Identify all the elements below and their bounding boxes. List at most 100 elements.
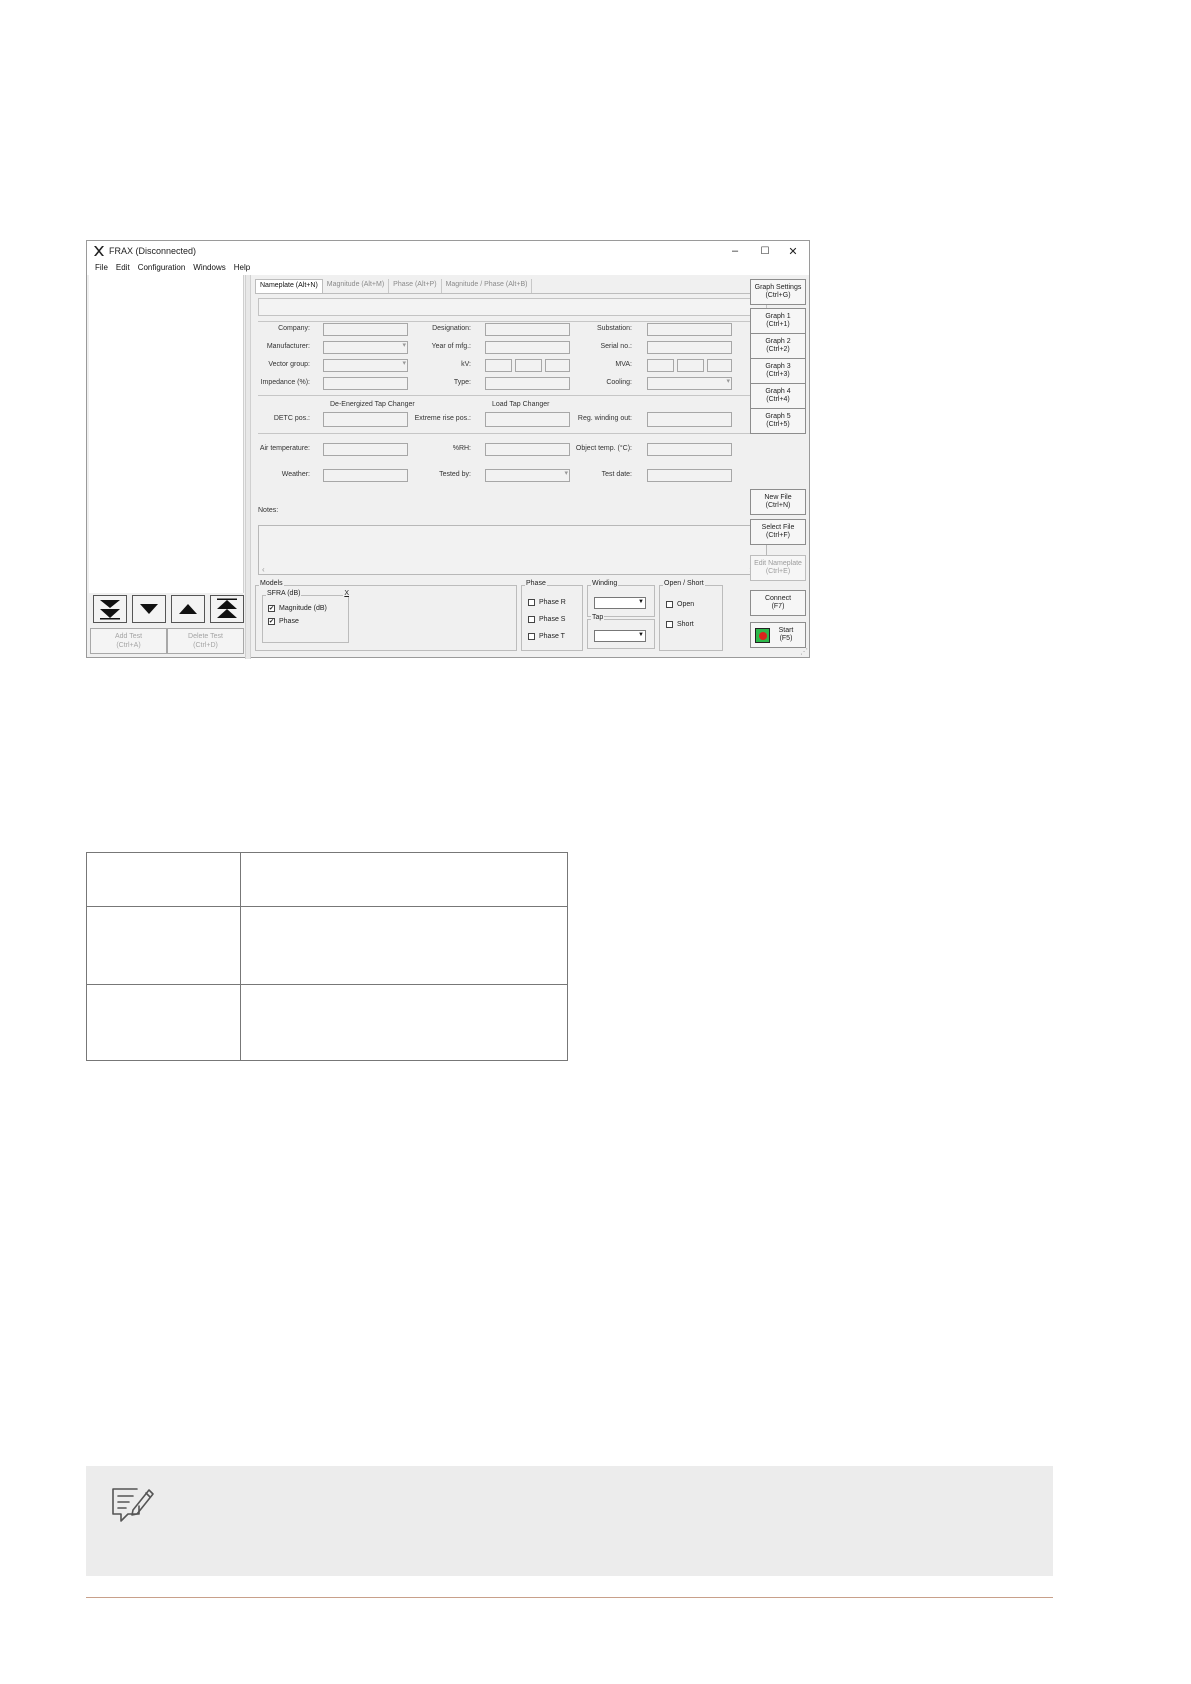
- vector-group-combo[interactable]: [323, 359, 408, 372]
- minimize-button[interactable]: –: [721, 243, 749, 259]
- cooling-combo[interactable]: [647, 377, 732, 390]
- cooling-label: Cooling:: [606, 379, 632, 386]
- mva-field-3[interactable]: [707, 359, 732, 372]
- open-row[interactable]: Open: [666, 601, 694, 608]
- new-file-button[interactable]: New File (Ctrl+N): [750, 489, 806, 515]
- manufacturer-label: Manufacturer:: [266, 343, 310, 350]
- test-list-panel[interactable]: [89, 275, 244, 593]
- tap-select[interactable]: [594, 630, 646, 642]
- mva-field-2[interactable]: [677, 359, 704, 372]
- tab-phase[interactable]: Phase (Alt+P): [389, 279, 442, 293]
- sfra-remove-button[interactable]: X: [343, 590, 350, 597]
- connect-button[interactable]: Connect (F7): [750, 590, 806, 616]
- notes-textarea[interactable]: ︿ ﹀ ‹ ›: [258, 525, 767, 575]
- open-checkbox[interactable]: [666, 601, 673, 608]
- short-row[interactable]: Short: [666, 621, 694, 628]
- models-title: Models: [259, 580, 284, 587]
- phase-r-checkbox[interactable]: [528, 599, 535, 606]
- graph-settings-button[interactable]: Graph Settings (Ctrl+G): [750, 279, 806, 305]
- move-up-button[interactable]: [171, 595, 205, 623]
- air-temperature-label: Air temperature:: [259, 445, 310, 452]
- double-chevron-up-icon: [217, 598, 237, 618]
- air-temperature-field[interactable]: [323, 443, 408, 456]
- graph-4-button[interactable]: Graph 4 (Ctrl+4): [750, 383, 806, 409]
- kv-field-1[interactable]: [485, 359, 512, 372]
- phase-t-row[interactable]: Phase T: [528, 633, 565, 640]
- phase-r-row[interactable]: Phase R: [528, 599, 566, 606]
- graph-5-button[interactable]: Graph 5 (Ctrl+5): [750, 408, 806, 434]
- mva-field-1[interactable]: [647, 359, 674, 372]
- phase-label: Phase: [279, 618, 299, 625]
- title-bar: FRAX (Disconnected) – ☐ ✕: [87, 241, 809, 261]
- test-date-field[interactable]: [647, 469, 732, 482]
- resize-grip-icon[interactable]: ⋰: [800, 647, 808, 656]
- object-temp-label: Object temp. (°C):: [575, 445, 632, 452]
- reg-winding-out-label: Reg. winding out:: [577, 415, 632, 422]
- menu-configuration[interactable]: Configuration: [134, 261, 190, 275]
- company-field[interactable]: [323, 323, 408, 336]
- menu-windows[interactable]: Windows: [189, 261, 229, 275]
- window-title: FRAX (Disconnected): [109, 246, 197, 256]
- start-button[interactable]: Start (F5): [750, 622, 806, 648]
- tab-nameplate[interactable]: Nameplate (Alt+N): [255, 279, 323, 293]
- magnitude-checkbox[interactable]: ✔: [268, 605, 275, 612]
- move-down-button[interactable]: [132, 595, 166, 623]
- tab-magnitude[interactable]: Magnitude (Alt+M): [323, 279, 390, 293]
- serial-no-field[interactable]: [647, 341, 732, 354]
- menu-edit[interactable]: Edit: [112, 261, 134, 275]
- magnitude-checkbox-row[interactable]: ✔ Magnitude (dB): [268, 605, 327, 612]
- substation-label: Substation:: [596, 325, 632, 332]
- impedance-field[interactable]: [323, 377, 408, 390]
- table-cell: [240, 906, 568, 985]
- menu-file[interactable]: File: [91, 261, 112, 275]
- table-cell: [86, 852, 241, 907]
- object-temp-field[interactable]: [647, 443, 732, 456]
- tap-group: Tap: [587, 614, 655, 649]
- detc-pos-field[interactable]: [323, 412, 408, 427]
- graph-3-button[interactable]: Graph 3 (Ctrl+3): [750, 358, 806, 384]
- manufacturer-combo[interactable]: [323, 341, 408, 354]
- open-label: Open: [677, 601, 695, 608]
- triangle-up-icon: [179, 604, 197, 614]
- phase-s-checkbox[interactable]: [528, 616, 535, 623]
- tested-by-label: Tested by:: [439, 471, 471, 478]
- move-to-top-button[interactable]: [210, 595, 244, 623]
- divider: [258, 395, 767, 396]
- triangle-down-icon: [140, 604, 158, 614]
- table-cell: [86, 984, 241, 1061]
- nameplate-header-field[interactable]: [258, 298, 767, 316]
- menu-help[interactable]: Help: [230, 261, 254, 275]
- close-button[interactable]: ✕: [779, 243, 807, 259]
- winding-select[interactable]: [594, 597, 646, 609]
- load-tap-changer-heading: Load Tap Changer: [492, 401, 550, 408]
- phase-s-row[interactable]: Phase S: [528, 616, 565, 623]
- graph-1-button[interactable]: Graph 1 (Ctrl+1): [750, 308, 806, 334]
- phase-t-checkbox[interactable]: [528, 633, 535, 640]
- move-to-bottom-button[interactable]: [93, 595, 127, 623]
- substation-field[interactable]: [647, 323, 732, 336]
- table-row: [86, 984, 568, 1061]
- reg-winding-out-field[interactable]: [647, 412, 732, 427]
- select-file-button[interactable]: Select File (Ctrl+F): [750, 519, 806, 545]
- test-date-label: Test date:: [601, 471, 632, 478]
- graph-2-button[interactable]: Graph 2 (Ctrl+2): [750, 333, 806, 359]
- delete-test-button[interactable]: Delete Test (Ctrl+D): [167, 628, 244, 654]
- divider: [258, 433, 767, 434]
- short-checkbox[interactable]: [666, 621, 673, 628]
- phase-checkbox[interactable]: ✔: [268, 618, 275, 625]
- start-status-icon: [755, 628, 770, 643]
- kv-field-2[interactable]: [515, 359, 542, 372]
- extreme-rise-pos-label: Extreme rise pos.:: [414, 415, 471, 422]
- impedance-label: Impedance (%):: [260, 379, 310, 386]
- panel-splitter[interactable]: [245, 275, 251, 659]
- add-test-button[interactable]: Add Test (Ctrl+A): [90, 628, 167, 654]
- table-row: [86, 906, 568, 985]
- edit-nameplate-button[interactable]: Edit Nameplate (Ctrl+E): [750, 555, 806, 581]
- frax-logo-icon: [94, 246, 104, 256]
- scroll-left-icon[interactable]: ‹: [262, 565, 265, 574]
- maximize-button[interactable]: ☐: [751, 243, 779, 259]
- tab-magnitude-phase[interactable]: Magnitude / Phase (Alt+B): [442, 279, 533, 293]
- weather-field[interactable]: [323, 469, 408, 482]
- table-cell: [86, 906, 241, 985]
- phase-checkbox-row[interactable]: ✔ Phase: [268, 618, 299, 625]
